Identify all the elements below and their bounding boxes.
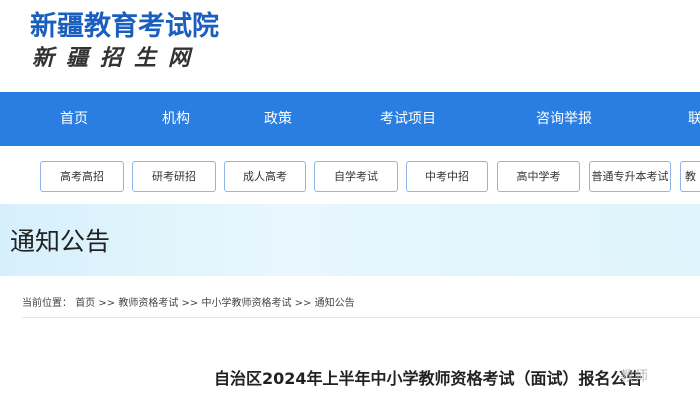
main-nav: 首页 机构 政策 考试项目 咨询举报 联 <box>0 92 700 146</box>
subnav-self-study[interactable]: 自学考试 <box>314 161 398 192</box>
subnav-teacher-exam[interactable]: 教 <box>680 161 700 192</box>
breadcrumb-home[interactable]: 首页 <box>75 298 95 309</box>
nav-item-contact[interactable]: 联 <box>688 92 700 146</box>
sub-nav: 高考高招 研考研招 成人高考 自学考试 中考中招 高中学考 普通专升本考试 教 <box>0 146 700 204</box>
breadcrumb-notices[interactable]: 通知公告 <box>315 298 355 309</box>
watermark: 教师 <box>620 369 648 385</box>
breadcrumb-k12-teacher-exam[interactable]: 中小学教师资格考试 <box>201 298 291 309</box>
site-title[interactable]: 新疆教育考试院 <box>30 4 219 43</box>
nav-item-exam-projects[interactable]: 考试项目 <box>380 92 436 146</box>
article-title: 自治区2024年上半年中小学教师资格考试（面试）报名公告 <box>214 369 643 388</box>
section-title: 通知公告 <box>10 227 111 256</box>
nav-item-home[interactable]: 首页 <box>60 92 88 146</box>
breadcrumb: 当前位置： 首页 >> 教师资格考试 >> 中小学教师资格考试 >> 通知公告 <box>22 294 700 318</box>
breadcrumb-prefix: 当前位置： <box>22 298 72 309</box>
nav-item-organization[interactable]: 机构 <box>162 92 190 146</box>
subnav-adult-exam[interactable]: 成人高考 <box>224 161 306 192</box>
subnav-yankao[interactable]: 研考研招 <box>132 161 216 192</box>
nav-item-consult-report[interactable]: 咨询举报 <box>536 92 592 146</box>
site-header: 新疆教育考试院 新疆招生网 <box>0 0 700 92</box>
subnav-zhongkao[interactable]: 中考中招 <box>406 161 488 192</box>
breadcrumb-separator: >> <box>98 298 116 309</box>
breadcrumb-separator: >> <box>181 298 199 309</box>
breadcrumb-teacher-exam[interactable]: 教师资格考试 <box>118 298 178 309</box>
nav-item-policy[interactable]: 政策 <box>264 92 292 146</box>
site-subtitle: 新疆招生网 <box>32 45 203 71</box>
subnav-gaokao[interactable]: 高考高招 <box>40 161 124 192</box>
subnav-upgrade-exam[interactable]: 普通专升本考试 <box>589 161 671 192</box>
section-banner: 通知公告 <box>0 204 700 276</box>
subnav-high-school-exam[interactable]: 高中学考 <box>497 161 580 192</box>
breadcrumb-separator: >> <box>294 298 312 309</box>
